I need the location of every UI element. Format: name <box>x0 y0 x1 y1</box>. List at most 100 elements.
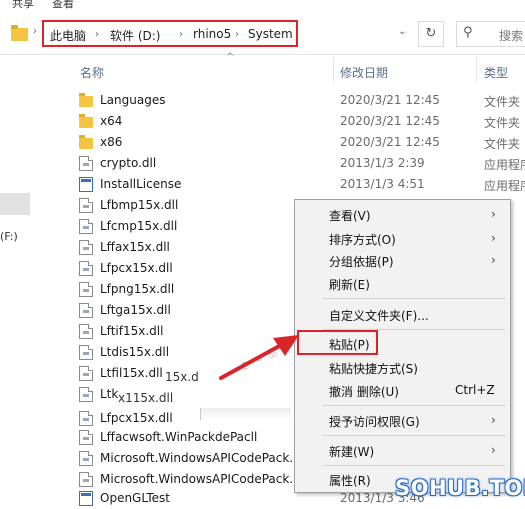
file-name: OpenGLTest <box>100 491 171 505</box>
menu-separator <box>323 435 505 436</box>
menu-separator <box>323 298 505 299</box>
file-date: 2020/3/21 12:45 <box>340 114 440 128</box>
drag-ghost-bar <box>200 408 291 420</box>
ribbon-strip: 共享 查看 <box>0 0 525 14</box>
menu-item-undo-delete[interactable]: 撤消 删除(U) Ctrl+Z <box>295 380 510 402</box>
breadcrumb-drive-d[interactable]: 软件 (D:) <box>110 27 160 44</box>
menu-item-shortcut: Ctrl+Z <box>455 383 495 397</box>
folder-icon <box>79 93 93 107</box>
refresh-button[interactable]: ↻ <box>418 21 444 47</box>
chevron-right-icon[interactable]: › <box>179 29 183 40</box>
search-icon: ⚲ <box>463 25 473 40</box>
file-row[interactable]: InstallLicense 2013/1/3 4:51 应用程序 <box>30 174 525 195</box>
watermark-logo: SOHUB.TOP <box>395 476 525 500</box>
breadcrumb-this-pc[interactable]: 此电脑 <box>50 27 86 44</box>
file-name: InstallLicense <box>100 177 182 191</box>
menu-item-group-by[interactable]: 分组依据(P) › <box>295 250 510 272</box>
chevron-right-icon: › <box>491 443 496 457</box>
menu-item-paste-shortcut[interactable]: 粘贴快捷方式(S) <box>295 357 510 379</box>
dll-file-icon <box>79 198 93 213</box>
drag-ghost-text: x115x.dll <box>118 391 174 405</box>
file-row[interactable]: x64 2020/3/21 12:45 文件夹 <box>30 111 525 132</box>
chevron-right-icon: › <box>491 253 496 267</box>
file-row[interactable]: Languages 2020/3/21 12:45 文件夹 <box>30 90 525 111</box>
address-history-dropdown-icon[interactable]: ⌄ <box>398 26 406 37</box>
menu-item-view[interactable]: 查看(V) › <box>295 204 510 226</box>
file-name: x64 <box>100 114 123 128</box>
file-name: Languages <box>100 93 166 107</box>
file-name: Lfpcx15x.dll <box>100 261 173 275</box>
chevron-right-icon: › <box>491 207 496 221</box>
paste-highlight-box <box>297 330 378 355</box>
menu-item-label: 属性(R) <box>329 474 371 488</box>
tab-share[interactable]: 共享 <box>12 0 34 11</box>
dll-file-icon <box>79 240 93 255</box>
dll-file-icon <box>79 472 93 487</box>
chevron-right-icon[interactable]: › <box>95 29 99 40</box>
menu-item-give-access[interactable]: 授予访问权限(G) › <box>295 410 510 432</box>
dll-file-icon <box>79 261 93 276</box>
nav-selected-item[interactable] <box>0 193 30 215</box>
nav-drive-f[interactable]: (F:) <box>0 230 18 243</box>
dll-file-icon <box>79 324 93 339</box>
file-name: Microsoft.WindowsAPICodePack. <box>100 451 294 465</box>
menu-item-label: 撤消 删除(U) <box>329 385 399 399</box>
file-type: 应用程序 <box>484 179 525 193</box>
menu-item-label: 粘贴快捷方式(S) <box>329 362 418 376</box>
breadcrumb-system[interactable]: System <box>248 27 293 41</box>
menu-item-label: 授予访问权限(G) <box>329 415 420 429</box>
file-row[interactable]: x86 2020/3/21 12:45 文件夹 <box>30 132 525 153</box>
column-divider[interactable] <box>476 57 477 83</box>
folder-icon <box>11 25 28 41</box>
dll-file-icon <box>79 411 93 426</box>
file-name: Ltk <box>100 387 119 401</box>
breadcrumb-rhino5[interactable]: rhino5 <box>193 27 231 41</box>
column-type[interactable]: 类型 <box>484 64 508 81</box>
refresh-icon: ↻ <box>425 26 437 41</box>
menu-item-refresh[interactable]: 刷新(E) <box>295 273 510 295</box>
file-name: Lfpcx15x.dll <box>100 411 173 425</box>
menu-item-label: 自定义文件夹(F)... <box>329 309 429 323</box>
file-name: Lfcmp15x.dll <box>100 219 178 233</box>
menu-item-label: 新建(W) <box>329 445 375 459</box>
application-icon <box>79 177 93 192</box>
column-header: ^ 名称 修改日期 类型 <box>30 52 525 85</box>
file-date: 2013/1/3 2:39 <box>340 156 425 170</box>
file-name: Lfbmp15x.dll <box>100 198 179 212</box>
column-date[interactable]: 修改日期 <box>340 64 388 81</box>
menu-item-customize-folder[interactable]: 自定义文件夹(F)... <box>295 304 510 326</box>
search-placeholder: 搜索 <box>499 29 524 43</box>
search-input[interactable]: ⚲ 搜索 <box>456 21 525 47</box>
chevron-right-icon[interactable]: › <box>33 26 37 37</box>
dll-file-icon <box>79 366 93 381</box>
dll-file-icon <box>79 282 93 297</box>
dll-file-icon <box>79 219 93 234</box>
file-row[interactable]: crypto.dll 2013/1/3 2:39 应用程序 <box>30 153 525 174</box>
menu-item-sort-by[interactable]: 排序方式(O) › <box>295 228 510 250</box>
column-name[interactable]: 名称 <box>80 64 104 81</box>
file-name: Ltfil15x.dll <box>100 366 163 380</box>
file-type: 文件夹 <box>484 116 521 130</box>
menu-separator <box>323 465 505 466</box>
file-name: Lftga15x.dll <box>100 303 171 317</box>
file-name: Lftif15x.dll <box>100 324 164 338</box>
chevron-right-icon[interactable]: › <box>235 29 239 40</box>
navigation-pane: (F:) <box>0 55 30 505</box>
menu-item-label: 排序方式(O) <box>329 233 396 247</box>
annotation-arrow <box>219 335 299 380</box>
dll-file-icon <box>79 303 93 318</box>
application-icon <box>79 491 93 506</box>
tab-view[interactable]: 查看 <box>52 0 74 11</box>
folder-icon <box>79 114 93 128</box>
file-date: 2020/3/21 12:45 <box>340 135 440 149</box>
file-name: Ltdis15x.dll <box>100 345 170 359</box>
menu-separator <box>323 405 505 406</box>
annotation-arrow-shaft <box>219 342 285 380</box>
menu-item-label: 查看(V) <box>329 209 371 223</box>
menu-item-label: 分组依据(P) <box>329 255 394 269</box>
menu-item-new[interactable]: 新建(W) › <box>295 440 510 462</box>
column-divider[interactable] <box>333 57 334 83</box>
dll-file-icon <box>79 387 93 402</box>
file-name: crypto.dll <box>100 156 157 170</box>
dll-file-icon <box>79 156 93 171</box>
